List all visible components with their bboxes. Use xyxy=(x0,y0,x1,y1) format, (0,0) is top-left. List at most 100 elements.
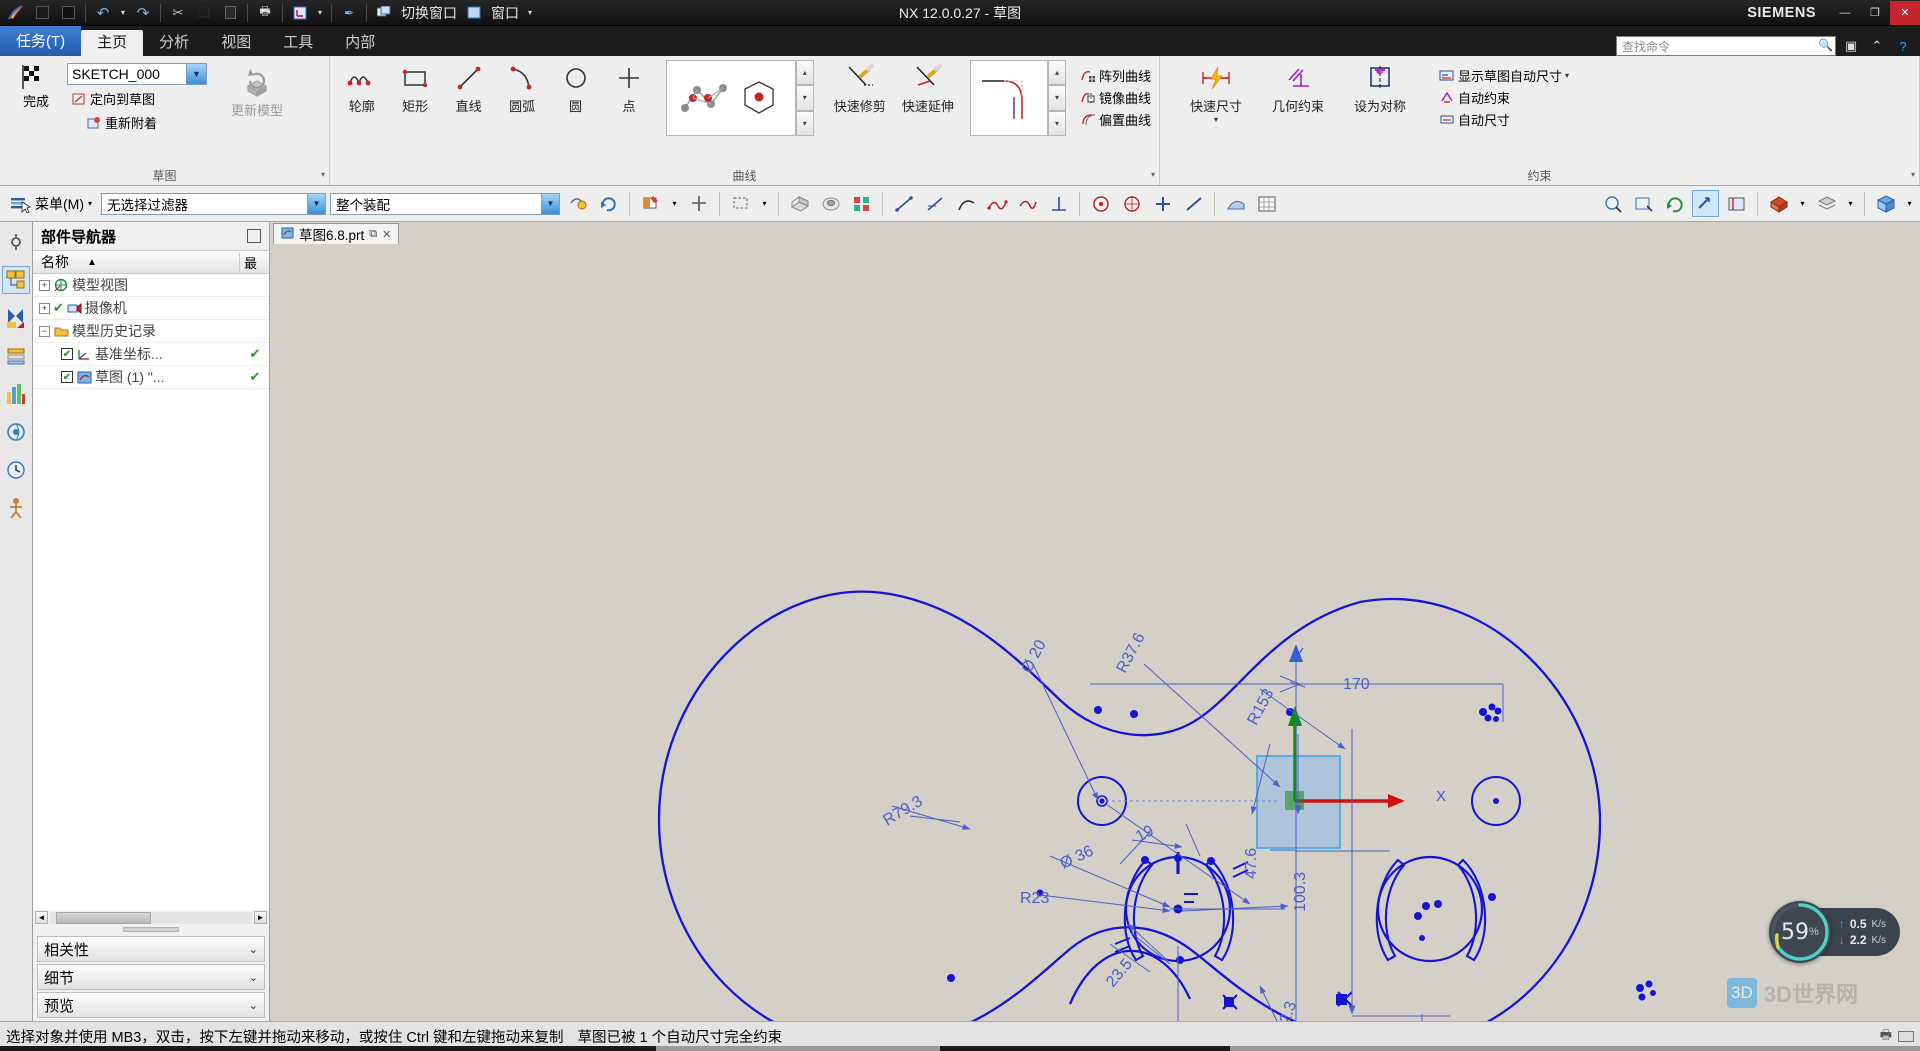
rect-select-icon[interactable] xyxy=(727,190,754,217)
close-button[interactable]: ✕ xyxy=(1890,0,1920,25)
expand-icon-2[interactable]: + xyxy=(39,302,50,314)
fillet-scroll-up-icon[interactable]: ▴ xyxy=(1048,60,1066,86)
line2-tool-icon[interactable] xyxy=(921,190,948,217)
copy-icon[interactable]: ❏ xyxy=(192,2,216,24)
tab-tools[interactable]: 工具 xyxy=(267,30,329,56)
scroll-right-icon[interactable]: ► xyxy=(254,911,267,924)
quick-extend-button[interactable]: 快速延伸 xyxy=(894,59,962,117)
sketch-name-combo[interactable]: SKETCH_000 ▼ xyxy=(67,63,207,85)
tree-row-datum-csys[interactable]: ✔ 基准坐标... ✔ xyxy=(33,343,269,366)
window-restore-icon[interactable]: ▣ xyxy=(1840,36,1862,56)
menu-button[interactable]: 菜单(M) ▾ xyxy=(4,192,97,216)
gallery-scroll-down-icon[interactable]: ▾ xyxy=(795,85,814,111)
render-style-icon[interactable] xyxy=(1765,190,1792,217)
profile-button[interactable]: 轮廓 xyxy=(335,59,388,117)
window-label[interactable]: 窗口 xyxy=(488,3,522,23)
panel-splitter[interactable] xyxy=(33,925,269,934)
geometric-constraint-button[interactable]: 几何约束 xyxy=(1257,59,1339,117)
fillet-scroll-down-icon[interactable]: ▾ xyxy=(1048,85,1066,111)
chevron-up-icon[interactable]: ⌃ xyxy=(1866,36,1888,56)
network-status-icon[interactable] xyxy=(1898,1031,1914,1042)
sidebar-item-constraint-nav[interactable] xyxy=(2,304,30,332)
spline2-icon[interactable] xyxy=(1014,190,1041,217)
sketch-canvas[interactable]: Ø 20 R37.6 R153 170 R79.3 19 Ø 36 R23 47… xyxy=(270,244,1920,1021)
line-button[interactable]: 直线 xyxy=(442,59,495,117)
switch-window-label[interactable]: 切换窗口 xyxy=(398,3,460,23)
minimize-button[interactable]: — xyxy=(1830,1,1860,25)
pattern-curve-button[interactable]: 阵列曲线 xyxy=(1076,65,1154,86)
update-model-button[interactable]: 更新模型 xyxy=(217,63,297,121)
window-dropdown-icon[interactable]: ▾ xyxy=(524,2,536,24)
reattach-button[interactable]: 重新附着 xyxy=(67,112,207,133)
quick-trim-button[interactable]: 快速修剪 xyxy=(826,59,894,117)
fillet-expand-icon[interactable]: ▾ xyxy=(1048,110,1066,136)
chevron-down-icon-details[interactable]: ⌄ xyxy=(249,971,258,984)
show-auto-dimension-button[interactable]: 显示草图自动尺寸 ▾ xyxy=(1435,65,1572,86)
redo-icon[interactable]: ↷ xyxy=(131,2,155,24)
sidebar-item-assembly-nav[interactable] xyxy=(2,228,30,256)
paste-icon[interactable] xyxy=(218,2,242,24)
point-constraint-icon[interactable] xyxy=(1087,190,1114,217)
tree-column-last[interactable]: 最 xyxy=(239,252,269,272)
scroll-left-icon[interactable]: ◄ xyxy=(35,911,48,924)
color-dropdown-icon[interactable]: ▾ xyxy=(668,190,681,217)
scope-chevron-down-icon[interactable]: ▼ xyxy=(541,193,560,214)
view-cube-icon[interactable] xyxy=(1872,190,1899,217)
sidebar-item-part-navigator[interactable] xyxy=(2,266,30,294)
circle-button[interactable]: 圆 xyxy=(549,59,602,117)
sidebar-item-web-browser[interactable] xyxy=(2,418,30,446)
show-auto-dimension-dropdown-icon[interactable]: ▾ xyxy=(1565,71,1569,80)
plus-tool-icon[interactable] xyxy=(1149,190,1176,217)
rotate-icon[interactable] xyxy=(1661,190,1688,217)
pattern-icon[interactable] xyxy=(848,190,875,217)
diag-tool-icon[interactable] xyxy=(1180,190,1207,217)
sidebar-item-hd3d[interactable] xyxy=(2,380,30,408)
tree-row-sketch[interactable]: ✔ 草图 (1) "... ✔ xyxy=(33,366,269,389)
search-input-wrapper[interactable]: 查找命令 🔍 xyxy=(1616,36,1836,56)
sidebar-item-process-studio[interactable] xyxy=(2,494,30,522)
graphics-area[interactable]: 草图6.8.prt ⧉ ✕ Ø 20 R37.6 R153 170 R79.3 … xyxy=(270,222,1920,1021)
visibility-checkbox-2[interactable]: ✔ xyxy=(61,371,73,383)
rectangle-button[interactable]: 矩形 xyxy=(388,59,441,117)
refresh-icon[interactable] xyxy=(595,190,622,217)
color-settings-icon[interactable] xyxy=(637,190,664,217)
grid-icon[interactable] xyxy=(1253,190,1280,217)
scroll-track[interactable] xyxy=(50,911,252,924)
mirror-curve-button[interactable]: 镜像曲线 xyxy=(1076,87,1154,108)
render-style-dropdown-icon[interactable]: ▾ xyxy=(1796,190,1809,217)
fillet-gallery[interactable] xyxy=(970,60,1048,136)
fillet-gallery-scroll[interactable]: ▴ ▾ ▾ xyxy=(1048,60,1066,136)
wcs-icon[interactable] xyxy=(288,2,312,24)
maximize-button[interactable]: ❐ xyxy=(1860,1,1890,25)
chevron-down-icon-dependencies[interactable]: ⌄ xyxy=(249,943,258,956)
help-icon[interactable]: ? xyxy=(1892,36,1914,56)
expand-icon[interactable]: + xyxy=(39,279,50,291)
finish-sketch-button[interactable]: 完成 xyxy=(5,59,67,110)
tab-view[interactable]: 视图 xyxy=(205,30,267,56)
chevron-down-icon[interactable]: ▼ xyxy=(187,63,207,85)
extrude-icon[interactable] xyxy=(786,190,813,217)
tab-home[interactable]: 主页 xyxy=(81,30,144,56)
move-object-icon[interactable] xyxy=(685,190,712,217)
chevron-down-icon-preview[interactable]: ⌄ xyxy=(249,999,258,1012)
scroll-thumb[interactable] xyxy=(56,911,151,924)
network-speed-widget[interactable]: 59% ↑ 0.5 K/s ↓ 2.2 K/s xyxy=(1768,901,1900,963)
sketch-name-value[interactable]: SKETCH_000 xyxy=(67,63,187,85)
gallery-expand-icon[interactable]: ▾ xyxy=(795,110,814,136)
auto-constraint-button[interactable]: 自动约束 xyxy=(1435,87,1572,108)
tab-task[interactable]: 任务(T) xyxy=(0,26,82,56)
section-preview[interactable]: 预览 ⌄ xyxy=(37,992,265,1018)
sidebar-item-reuse-library[interactable] xyxy=(2,342,30,370)
visibility-checkbox[interactable]: ✔ xyxy=(61,348,73,360)
wcs-dropdown-icon[interactable]: ▾ xyxy=(314,2,326,24)
quick-dimension-button[interactable]: 快速尺寸 ▾ xyxy=(1175,59,1257,126)
tree-row-cameras[interactable]: + ✔ 摄像机 xyxy=(33,297,269,320)
spline-icon[interactable] xyxy=(983,190,1010,217)
sidebar-item-history[interactable] xyxy=(2,456,30,484)
cut-icon[interactable]: ✂ xyxy=(166,2,190,24)
window-icon[interactable] xyxy=(462,2,486,24)
hole-icon[interactable] xyxy=(817,190,844,217)
curve-gallery[interactable]: ▴ ▾ ▾ xyxy=(665,59,814,136)
selection-scope-combo[interactable]: 整个装配 ▼ xyxy=(330,192,561,215)
surface-icon[interactable] xyxy=(1222,190,1249,217)
